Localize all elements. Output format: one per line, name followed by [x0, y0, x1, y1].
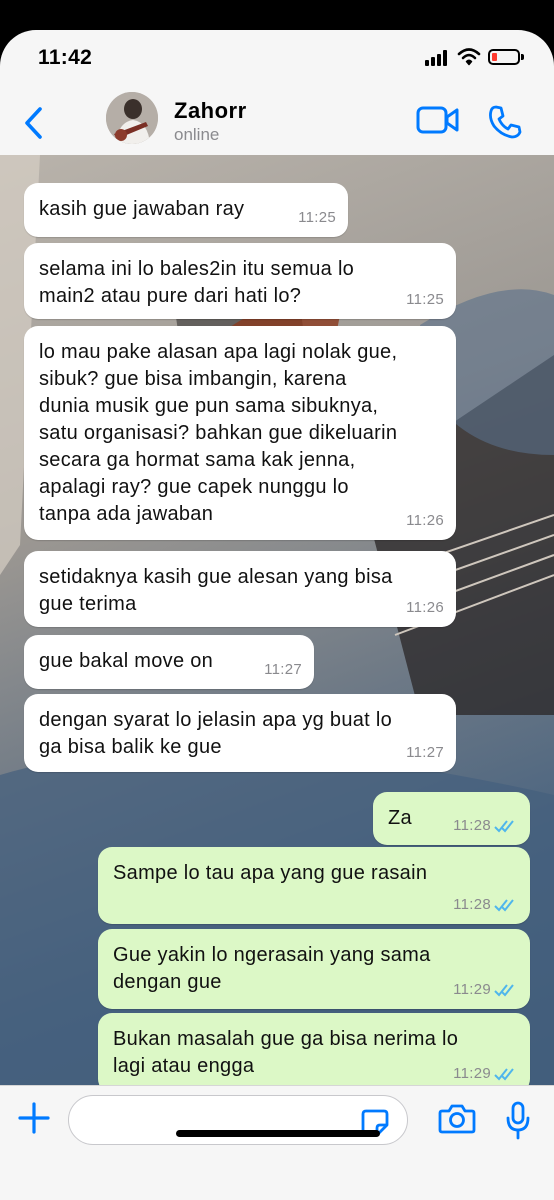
message-bubble-incoming[interactable]: gue bakal move on 11:27: [24, 635, 314, 689]
message-time: 11:26: [406, 512, 444, 529]
message-time: 11:28: [453, 817, 491, 834]
plus-icon[interactable]: [18, 1102, 50, 1134]
message-text: gue bakal move on: [39, 650, 214, 672]
message-bubble-incoming[interactable]: lo mau pake alasan apa lagi nolak gue, s…: [24, 326, 456, 540]
microphone-icon[interactable]: [505, 1101, 531, 1141]
message-time: 11:25: [298, 209, 336, 226]
video-camera-icon[interactable]: [416, 105, 460, 135]
double-check-icon: [494, 898, 514, 911]
message-text: kasih gue jawaban ray: [39, 198, 245, 220]
phone-icon[interactable]: [487, 104, 523, 140]
message-text: setidaknya kasih gue alesan yang bisa gu…: [39, 566, 393, 615]
message-text: Sampe lo tau apa yang gue rasain: [113, 862, 428, 884]
double-check-icon: [494, 819, 514, 832]
message-text: selama ini lo bales2in itu semua lo main…: [39, 258, 355, 307]
message-bubble-outgoing[interactable]: Bukan masalah gue ga bisa nerima lo lagi…: [98, 1013, 530, 1085]
message-time: 11:25: [406, 291, 444, 308]
status-time: 11:42: [38, 46, 93, 69]
message-time: 11:26: [406, 599, 444, 616]
message-bubble-outgoing[interactable]: Za 11:28: [373, 792, 530, 845]
avatar[interactable]: [106, 92, 158, 144]
chat-area[interactable]: kasih gue jawaban ray 11:25 selama ini l…: [0, 155, 554, 1085]
message-bubble-outgoing[interactable]: Gue yakin lo ngerasain yang sama dengan …: [98, 929, 530, 1009]
message-time: 11:28: [453, 896, 491, 913]
camera-icon[interactable]: [438, 1103, 476, 1135]
message-bubble-incoming[interactable]: dengan syarat lo jelasin apa yg buat lo …: [24, 694, 456, 772]
home-indicator[interactable]: [176, 1130, 380, 1137]
message-text: Bukan masalah gue ga bisa nerima lo lagi…: [113, 1028, 459, 1077]
chevron-left-icon[interactable]: [22, 106, 44, 140]
message-text: dengan syarat lo jelasin apa yg buat lo …: [39, 709, 393, 758]
message-input[interactable]: [68, 1095, 408, 1145]
message-bubble-incoming[interactable]: setidaknya kasih gue alesan yang bisa gu…: [24, 551, 456, 627]
message-bubble-incoming[interactable]: selama ini lo bales2in itu semua lo main…: [24, 243, 456, 319]
signal-icon: [425, 50, 451, 66]
chat-header: Zahorr online: [0, 90, 554, 155]
contact-name[interactable]: Zahorr: [174, 98, 247, 124]
double-check-icon: [494, 1067, 514, 1080]
contact-status: online: [174, 125, 220, 144]
message-time: 11:29: [453, 1065, 491, 1082]
battery-icon: [488, 49, 524, 65]
phone-screen: 11:42 Zahorr online kasih gue jawaban ra…: [0, 30, 554, 1200]
top-black-bar: [0, 0, 554, 30]
status-bar: 11:42: [0, 30, 554, 90]
wifi-icon: [457, 48, 481, 66]
message-text: lo mau pake alasan apa lagi nolak gue, s…: [39, 341, 398, 525]
message-bubble-incoming[interactable]: kasih gue jawaban ray 11:25: [24, 183, 348, 237]
double-check-icon: [494, 983, 514, 996]
message-time: 11:27: [406, 744, 444, 761]
message-text: Gue yakin lo ngerasain yang sama dengan …: [113, 944, 431, 993]
message-time: 11:27: [264, 661, 302, 678]
message-time: 11:29: [453, 981, 491, 998]
message-bubble-outgoing[interactable]: Sampe lo tau apa yang gue rasain 11:28: [98, 847, 530, 924]
message-text: Za: [388, 807, 412, 829]
message-composer: [0, 1085, 554, 1200]
